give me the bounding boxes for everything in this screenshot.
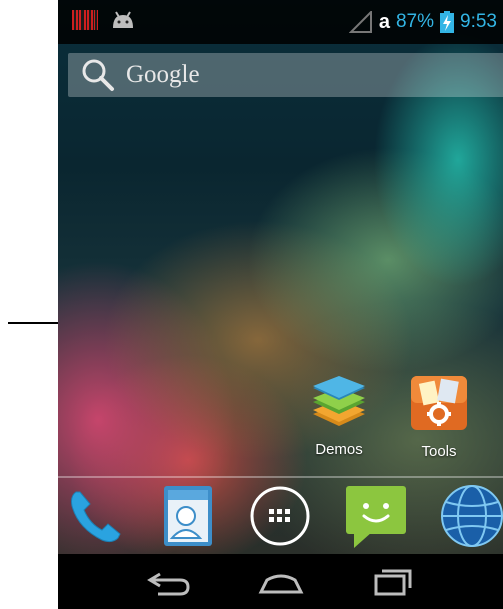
contacts-icon[interactable] xyxy=(154,482,222,550)
tools-icon xyxy=(411,376,467,430)
recents-icon[interactable] xyxy=(368,566,416,598)
android-debug-icon xyxy=(113,11,133,28)
app-tools-label: Tools xyxy=(421,443,457,460)
home-icon[interactable] xyxy=(257,566,305,598)
barcode-notification-icon xyxy=(72,10,98,30)
app-demos-label: Demos xyxy=(315,441,363,458)
phone-screen: a 87% 9:53 Google Demos Tools xyxy=(58,0,503,609)
messaging-icon[interactable] xyxy=(342,482,410,550)
app-drawer-icon[interactable] xyxy=(246,482,314,550)
app-tools[interactable]: Tools xyxy=(399,374,479,460)
clock: 9:53 xyxy=(460,11,497,32)
battery-charging-icon xyxy=(440,11,455,33)
search-icon xyxy=(82,59,114,91)
layers-icon xyxy=(313,376,365,426)
search-label: Google xyxy=(126,61,200,88)
phone-icon[interactable] xyxy=(62,482,130,550)
battery-percent: 87% xyxy=(395,11,435,32)
back-icon[interactable] xyxy=(146,566,194,598)
google-search-bar[interactable]: Google xyxy=(68,53,503,97)
signal-icon xyxy=(348,11,372,33)
browser-globe-icon[interactable] xyxy=(438,482,503,550)
navigation-bar xyxy=(58,554,503,609)
dock xyxy=(58,478,503,554)
app-demos[interactable]: Demos xyxy=(299,374,379,458)
status-bar: a 87% 9:53 xyxy=(58,0,503,44)
carrier-indicator: a xyxy=(378,10,390,33)
